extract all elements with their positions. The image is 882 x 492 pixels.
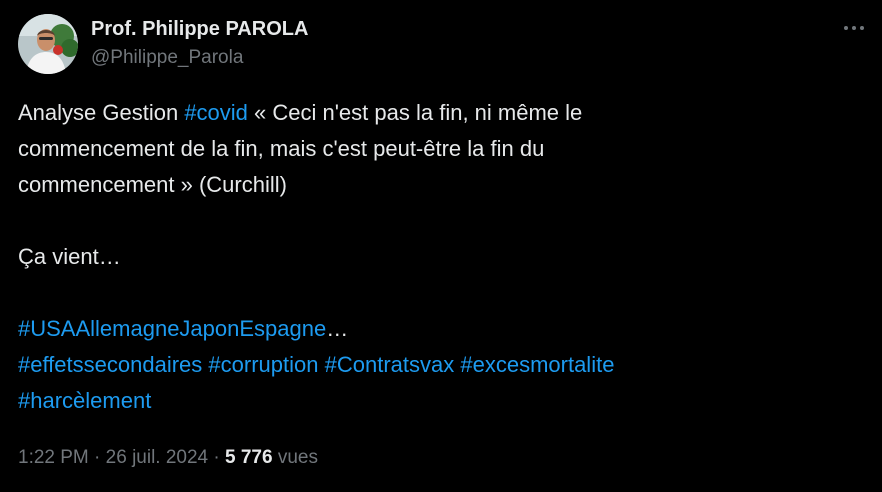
- tweet-date-link[interactable]: 26 juil. 2024: [106, 447, 208, 468]
- tweet-time-link[interactable]: 1:22 PM: [18, 447, 89, 468]
- profile-photo: [18, 14, 78, 74]
- tweet-line-5: #USAAllemagneJaponEspagne…: [18, 311, 858, 347]
- hashtag-link[interactable]: #effetssecondaires: [18, 352, 202, 377]
- tweet-meta: 1:22 PM · 26 juil. 2024 · 5 776 vues: [18, 444, 318, 472]
- more-options-button[interactable]: [840, 14, 868, 42]
- meta-separator: ·: [208, 447, 226, 468]
- views-label: vues: [272, 447, 318, 468]
- meta-separator: ·: [88, 447, 106, 468]
- tweet-text-segment: Analyse Gestion: [18, 100, 185, 125]
- hashtag-link[interactable]: #corruption: [208, 352, 318, 377]
- hashtag-link[interactable]: #harcèlement: [18, 388, 151, 413]
- hashtag-link[interactable]: #USAAllemagneJaponEspagne: [18, 316, 326, 341]
- tweet-line-3: commencement » (Curchill): [18, 172, 287, 197]
- author-handle[interactable]: @Philippe_Parola: [91, 45, 308, 71]
- tweet-card[interactable]: Prof. Philippe PAROLA @Philippe_Parola A…: [0, 0, 882, 492]
- hashtag-link[interactable]: #Contratsvax: [325, 352, 455, 377]
- avatar[interactable]: [18, 14, 78, 74]
- ellipsis-icon: [844, 26, 864, 30]
- views-count: 5 776: [225, 447, 273, 468]
- tweet-line-1: Analyse Gestion #covid « Ceci n'est pas …: [18, 95, 858, 131]
- tweet-line-2: commencement de la fin, mais c'est peut-…: [18, 136, 545, 161]
- hashtag-link[interactable]: #covid: [184, 100, 248, 125]
- tweet-line-6: #effetssecondaires #corruption #Contrats…: [18, 347, 858, 383]
- tweet-line-7: #harcèlement: [18, 383, 858, 419]
- tweet-text: Analyse Gestion #covid « Ceci n'est pas …: [18, 95, 858, 419]
- author-block: Prof. Philippe PAROLA @Philippe_Parola: [91, 16, 308, 71]
- truncation-ellipsis: …: [326, 316, 349, 341]
- tweet-text-segment: « Ceci n'est pas la fin, ni même le: [247, 100, 583, 125]
- hashtag-link[interactable]: #excesmortalite: [460, 352, 614, 377]
- author-display-name[interactable]: Prof. Philippe PAROLA: [91, 16, 308, 42]
- tweet-line-4: Ça vient…: [18, 244, 121, 269]
